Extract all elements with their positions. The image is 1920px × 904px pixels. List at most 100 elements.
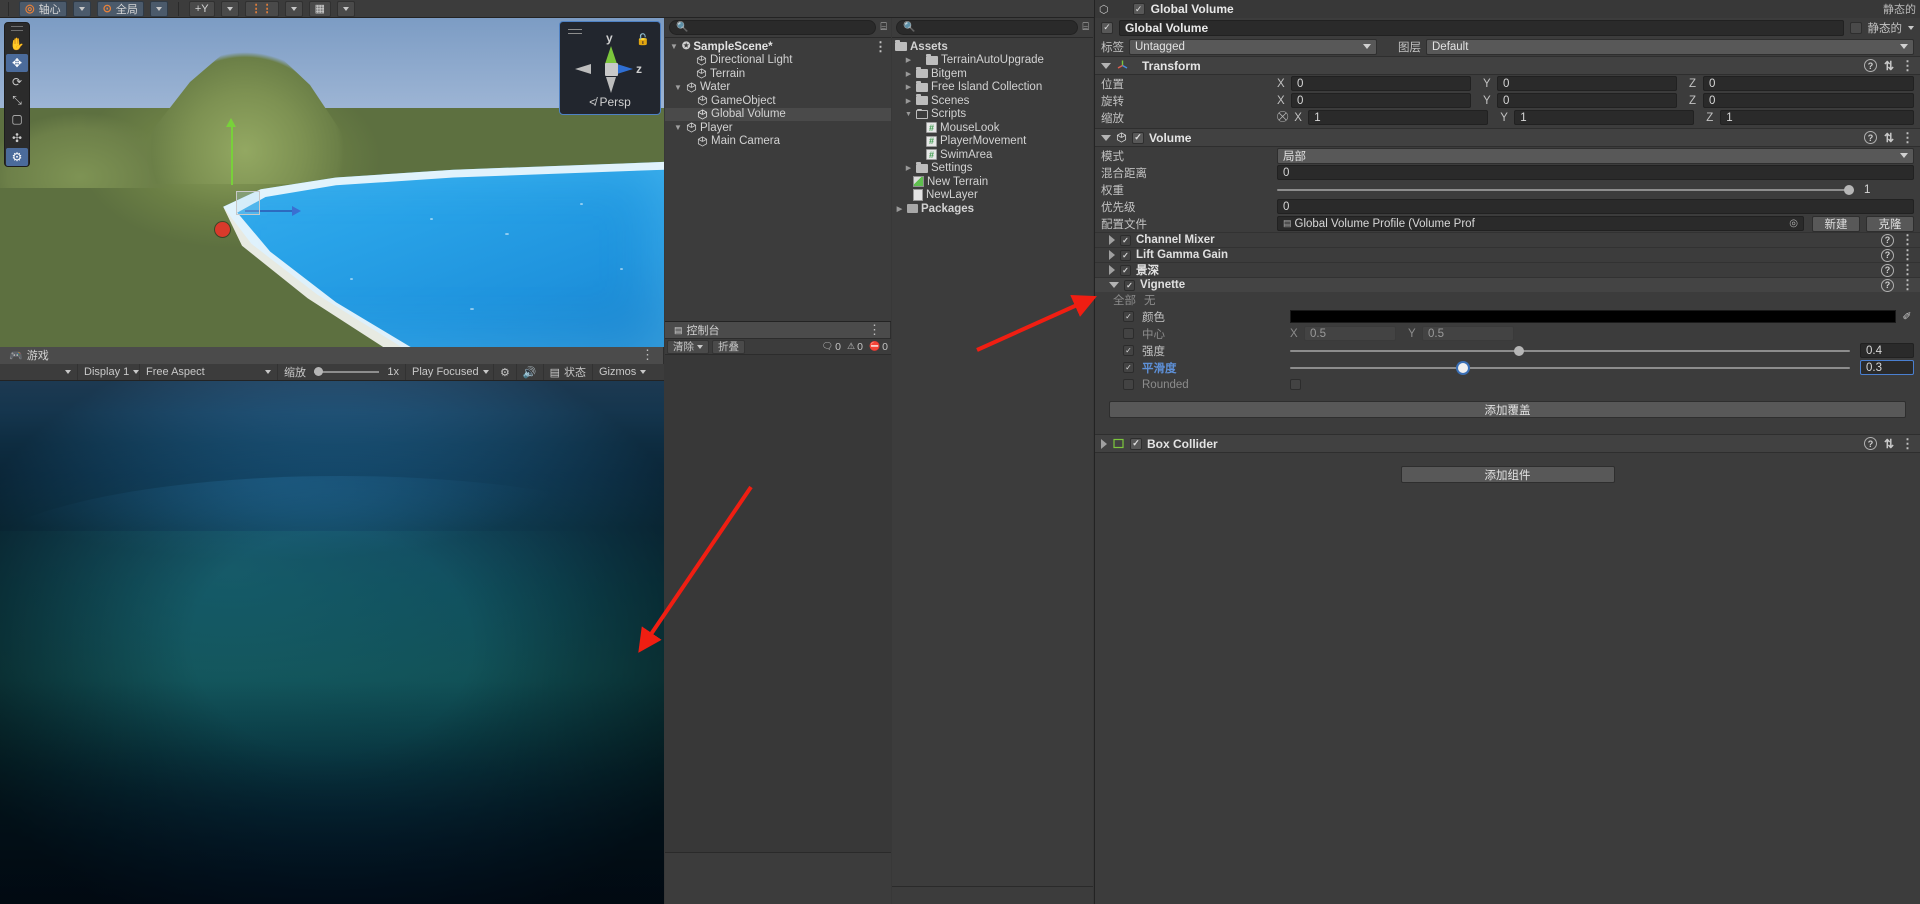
scale-slider-group[interactable]: 缩放 1x: [278, 364, 406, 380]
console-panel[interactable]: ▤ 控制台 ⋮ 清除 折叠 🗨 0 ⚠ 0 ⛔ 0: [665, 321, 891, 904]
help-icon[interactable]: ?: [1881, 278, 1894, 292]
vignette-rounded-checkbox[interactable]: [1123, 379, 1134, 390]
gizmo-right-cone[interactable]: [617, 64, 633, 74]
project-item-mouselook[interactable]: # MouseLook: [892, 121, 1093, 135]
project-item-scenes[interactable]: ▶ Scenes: [892, 94, 1093, 108]
play-mode-dropdown[interactable]: Play Focused: [406, 364, 494, 380]
kebab-menu-icon[interactable]: ⋮: [1901, 131, 1914, 144]
gizmo-axis-y-arrow[interactable]: [226, 118, 236, 127]
hierarchy-search-row[interactable]: 🔍 ⌸: [665, 18, 891, 38]
volume-weight-slider[interactable]: [1277, 184, 1854, 195]
chevron-right-icon[interactable]: ▶: [904, 83, 913, 91]
component-header-box-collider[interactable]: ✓ Box Collider ? ⇅ ⋮: [1095, 434, 1920, 453]
help-icon[interactable]: ?: [1863, 59, 1877, 72]
handle-space-dropdown[interactable]: [149, 0, 168, 17]
hierarchy-scene-row[interactable]: ▼ ✪ SampleScene* ⋮: [665, 40, 891, 54]
kebab-menu-icon[interactable]: ⋮: [868, 323, 881, 336]
vignette-all-label[interactable]: 全部: [1113, 292, 1136, 308]
gizmo-down-cone[interactable]: [606, 77, 616, 93]
help-icon[interactable]: ?: [1863, 131, 1877, 144]
kebab-menu-icon[interactable]: ⋮: [1901, 233, 1914, 246]
gizmo-drag-handle[interactable]: [568, 29, 582, 34]
vignette-all-none-row[interactable]: 全部 无: [1095, 292, 1920, 308]
volume-profile-object-field[interactable]: ▤ Global Volume Profile (Volume Prof ◎: [1277, 216, 1804, 231]
chevron-right-icon[interactable]: ▶: [895, 205, 904, 213]
scale-x-input[interactable]: 1: [1308, 110, 1489, 125]
chevron-right-icon[interactable]: [1109, 235, 1115, 245]
layer-dropdown[interactable]: Default: [1426, 38, 1914, 55]
project-item-settings[interactable]: ▶ Settings: [892, 161, 1093, 176]
kebab-menu-icon[interactable]: ⋮: [1901, 248, 1914, 261]
project-item-swimarea[interactable]: # SwimArea: [892, 148, 1093, 162]
help-icon[interactable]: ?: [1863, 437, 1877, 450]
vignette-color-swatch[interactable]: [1290, 310, 1896, 323]
pivot-mode-dropdown[interactable]: [72, 0, 91, 17]
project-item-new-terrain[interactable]: New Terrain: [892, 175, 1093, 189]
inspector-panel[interactable]: ⬡ ✓ Global Volume 静态的 ✓ Global Volume 静态…: [1094, 0, 1920, 904]
chevron-right-icon[interactable]: [1109, 265, 1115, 275]
volume-priority-input[interactable]: 0: [1277, 199, 1914, 214]
position-z-input[interactable]: 0: [1703, 76, 1914, 91]
component-header-volume[interactable]: ✓ Volume ? ⇅ ⋮: [1095, 128, 1920, 147]
transform-scale-row[interactable]: 缩放 ⛒ X 1 Y 1 Z 1: [1095, 109, 1920, 126]
position-y-input[interactable]: 0: [1497, 76, 1677, 91]
chevron-down-icon[interactable]: [1101, 134, 1111, 141]
clone-profile-button[interactable]: 克隆: [1866, 215, 1914, 232]
tab-game[interactable]: 🎮 游戏 ⋮: [0, 346, 664, 364]
scale-y-input[interactable]: 1: [1514, 110, 1695, 125]
hierarchy-item-terrain[interactable]: Terrain: [665, 67, 891, 81]
console-clear-button[interactable]: 清除: [667, 339, 709, 354]
project-item-terrainautoupgrade[interactable]: ▶ TerrainAutoUpgrade: [892, 53, 1093, 68]
rotate-tool-button[interactable]: ⟳: [6, 73, 28, 91]
eyedropper-icon[interactable]: ✐: [1900, 310, 1914, 323]
chevron-right-icon[interactable]: [1101, 438, 1107, 449]
volume-profile-row[interactable]: 配置文件 ▤ Global Volume Profile (Volume Pro…: [1095, 215, 1920, 232]
scale-z-input[interactable]: 1: [1720, 110, 1914, 125]
vignette-intensity-row[interactable]: ✓ 强度 0.4: [1095, 342, 1920, 359]
project-item-playermovement[interactable]: # PlayerMovement: [892, 135, 1093, 149]
scale-slider-knob[interactable]: [314, 367, 323, 376]
volume-blend-input[interactable]: 0: [1277, 165, 1914, 180]
chevron-right-icon[interactable]: ▶: [904, 70, 913, 78]
vignette-intensity-slider-knob[interactable]: [1514, 345, 1524, 356]
hierarchy-item-main-camera[interactable]: Main Camera: [665, 135, 891, 149]
override-enabled-checkbox[interactable]: ✓: [1120, 234, 1131, 246]
pivot-mode-button[interactable]: ◎ 轴心: [19, 0, 67, 17]
chevron-down-icon[interactable]: ▼: [673, 83, 683, 92]
preset-icon[interactable]: ⇅: [1884, 131, 1894, 145]
snap-button[interactable]: ⋮⋮: [244, 0, 279, 17]
hand-tool-button[interactable]: ✋: [6, 35, 28, 53]
vignette-none-label[interactable]: 无: [1144, 292, 1156, 308]
vignette-rounded-value-checkbox[interactable]: [1290, 379, 1301, 390]
vignette-smoothness-input[interactable]: 0.3: [1860, 360, 1914, 375]
axis-button[interactable]: +Y: [188, 0, 215, 17]
hierarchy-item-player[interactable]: ▼ Player: [665, 121, 891, 135]
kebab-menu-icon[interactable]: ⋮: [1901, 59, 1914, 72]
project-item-assets[interactable]: Assets: [892, 40, 1093, 54]
volume-weight-row[interactable]: 权重 1: [1095, 181, 1920, 198]
kebab-menu-icon[interactable]: ⋮: [1901, 263, 1914, 276]
project-search-input[interactable]: 🔍: [896, 20, 1079, 35]
mute-audio-button[interactable]: 🔊: [517, 364, 544, 380]
gizmo-center-cube[interactable]: [605, 63, 618, 76]
vignette-intensity-slider[interactable]: [1290, 345, 1850, 356]
chevron-down-icon[interactable]: [1109, 282, 1119, 288]
preset-icon[interactable]: ⇅: [1884, 59, 1894, 73]
vignette-smoothness-slider[interactable]: [1290, 362, 1850, 373]
stats-button[interactable]: ▤ 状态: [544, 364, 593, 380]
aspect-dropdown[interactable]: Free Aspect: [140, 364, 278, 380]
scene-tools-overlay[interactable]: ✋ ✥ ⟳ ⤡ ▢ ✣ ⚙: [4, 22, 30, 167]
vignette-intensity-checkbox[interactable]: ✓: [1123, 345, 1134, 356]
chevron-right-icon[interactable]: ▶: [904, 56, 913, 64]
object-name-input[interactable]: Global Volume: [1119, 19, 1844, 36]
grid-button[interactable]: ▦: [308, 0, 331, 17]
console-toolbar[interactable]: 清除 折叠 🗨 0 ⚠ 0 ⛔ 0: [665, 338, 891, 355]
override-enabled-checkbox[interactable]: ✓: [1120, 264, 1131, 276]
add-component-button[interactable]: 添加组件: [1400, 466, 1615, 483]
tag-dropdown[interactable]: Untagged: [1129, 38, 1377, 55]
console-error-count[interactable]: ⛔ 0: [866, 341, 891, 353]
help-icon[interactable]: ?: [1881, 263, 1894, 277]
transform-position-row[interactable]: 位置 X 0 Y 0 Z 0: [1095, 75, 1920, 92]
volume-priority-row[interactable]: 优先级 0: [1095, 198, 1920, 215]
project-panel[interactable]: 🔍 ⌸ Assets ▶ TerrainAutoUpgrade ▶ Bitgem…: [892, 18, 1093, 904]
